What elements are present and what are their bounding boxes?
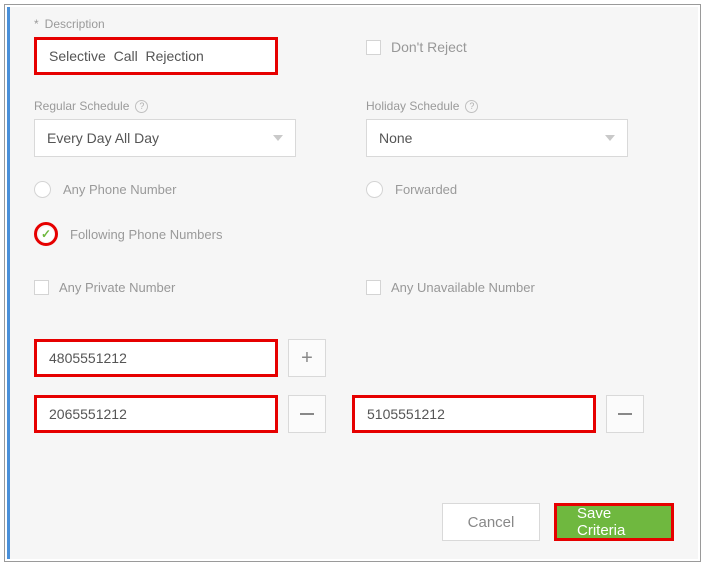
plus-icon: + bbox=[301, 347, 313, 370]
criteria-panel: Description Don't Reject Regular Schedul… bbox=[7, 7, 698, 559]
any-phone-label: Any Phone Number bbox=[63, 182, 176, 197]
chevron-down-icon bbox=[273, 135, 283, 141]
any-phone-number-radio[interactable] bbox=[34, 181, 51, 198]
save-criteria-button[interactable]: Save Criteria bbox=[554, 503, 674, 541]
phone-number-input-3[interactable] bbox=[352, 395, 596, 433]
forwarded-label: Forwarded bbox=[395, 182, 457, 197]
holiday-schedule-select[interactable]: None bbox=[366, 119, 628, 157]
chevron-down-icon bbox=[605, 135, 615, 141]
any-private-number-checkbox[interactable] bbox=[34, 280, 49, 295]
cancel-button[interactable]: Cancel bbox=[442, 503, 540, 541]
description-label: Description bbox=[34, 17, 342, 31]
highlight-circle bbox=[34, 222, 58, 246]
phone-number-input-1[interactable] bbox=[34, 339, 278, 377]
remove-phone-button-1[interactable] bbox=[288, 395, 326, 433]
dont-reject-label: Don't Reject bbox=[391, 39, 467, 55]
any-unavailable-label: Any Unavailable Number bbox=[391, 280, 535, 295]
add-phone-button[interactable]: + bbox=[288, 339, 326, 377]
following-phone-numbers-radio[interactable] bbox=[39, 227, 54, 242]
any-unavailable-number-checkbox[interactable] bbox=[366, 280, 381, 295]
regular-schedule-select[interactable]: Every Day All Day bbox=[34, 119, 296, 157]
regular-schedule-label: Regular Schedule ? bbox=[34, 99, 342, 113]
help-icon[interactable]: ? bbox=[135, 100, 148, 113]
description-input[interactable] bbox=[34, 37, 278, 75]
minus-icon bbox=[618, 413, 632, 415]
holiday-schedule-label: Holiday Schedule ? bbox=[366, 99, 674, 113]
any-private-label: Any Private Number bbox=[59, 280, 175, 295]
minus-icon bbox=[300, 413, 314, 415]
dont-reject-checkbox[interactable] bbox=[366, 40, 381, 55]
remove-phone-button-2[interactable] bbox=[606, 395, 644, 433]
following-label: Following Phone Numbers bbox=[70, 227, 222, 242]
phone-number-input-2[interactable] bbox=[34, 395, 278, 433]
help-icon[interactable]: ? bbox=[465, 100, 478, 113]
forwarded-radio[interactable] bbox=[366, 181, 383, 198]
